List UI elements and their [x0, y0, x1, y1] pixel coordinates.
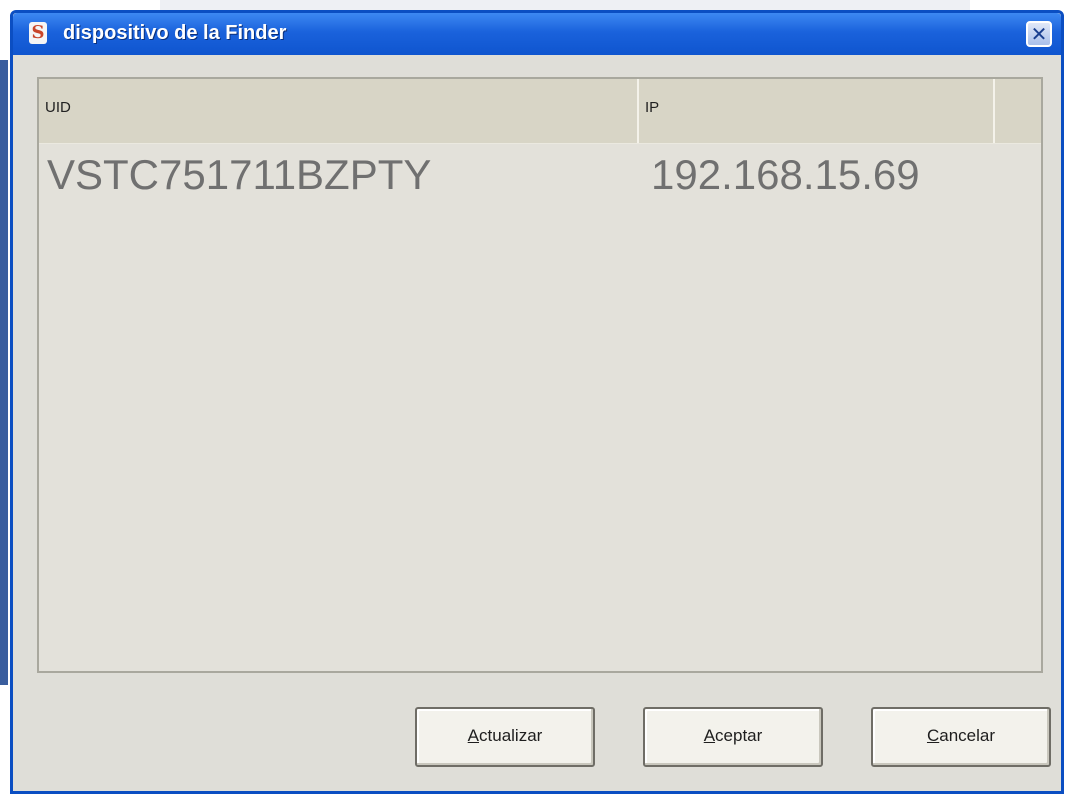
background-window-strip — [160, 0, 970, 10]
device-list[interactable]: UID IP VSTC751711BZPTY 192.168.15.69 — [37, 77, 1043, 673]
refresh-label: ctualizar — [479, 726, 543, 745]
close-button[interactable]: ✕ — [1026, 21, 1052, 47]
cancel-button[interactable]: Cancelar — [871, 707, 1051, 767]
title-bar[interactable]: S dispositivo de la Finder ✕ — [13, 13, 1061, 55]
column-header-ip[interactable]: IP — [639, 79, 995, 143]
refresh-mnemonic: A — [467, 726, 480, 745]
column-header-uid[interactable]: UID — [39, 79, 639, 143]
refresh-button[interactable]: Actualizar — [415, 707, 595, 767]
column-header-filler — [995, 79, 1043, 143]
cell-ip: 192.168.15.69 — [651, 151, 920, 198]
cell-uid: VSTC751711BZPTY — [47, 151, 432, 198]
cancel-label: ancelar — [939, 726, 996, 745]
finder-dialog: S dispositivo de la Finder ✕ UID IP VSTC… — [10, 10, 1064, 794]
accept-mnemonic: A — [703, 726, 716, 745]
accept-label: ceptar — [715, 726, 763, 745]
cancel-mnemonic: C — [926, 726, 940, 745]
window-title: dispositivo de la Finder — [63, 22, 287, 44]
accept-button[interactable]: Aceptar — [643, 707, 823, 767]
app-icon: S — [29, 22, 47, 44]
background-window-edge — [0, 60, 8, 685]
table-row[interactable]: VSTC751711BZPTY 192.168.15.69 — [39, 145, 1041, 205]
list-header: UID IP — [39, 79, 1041, 144]
